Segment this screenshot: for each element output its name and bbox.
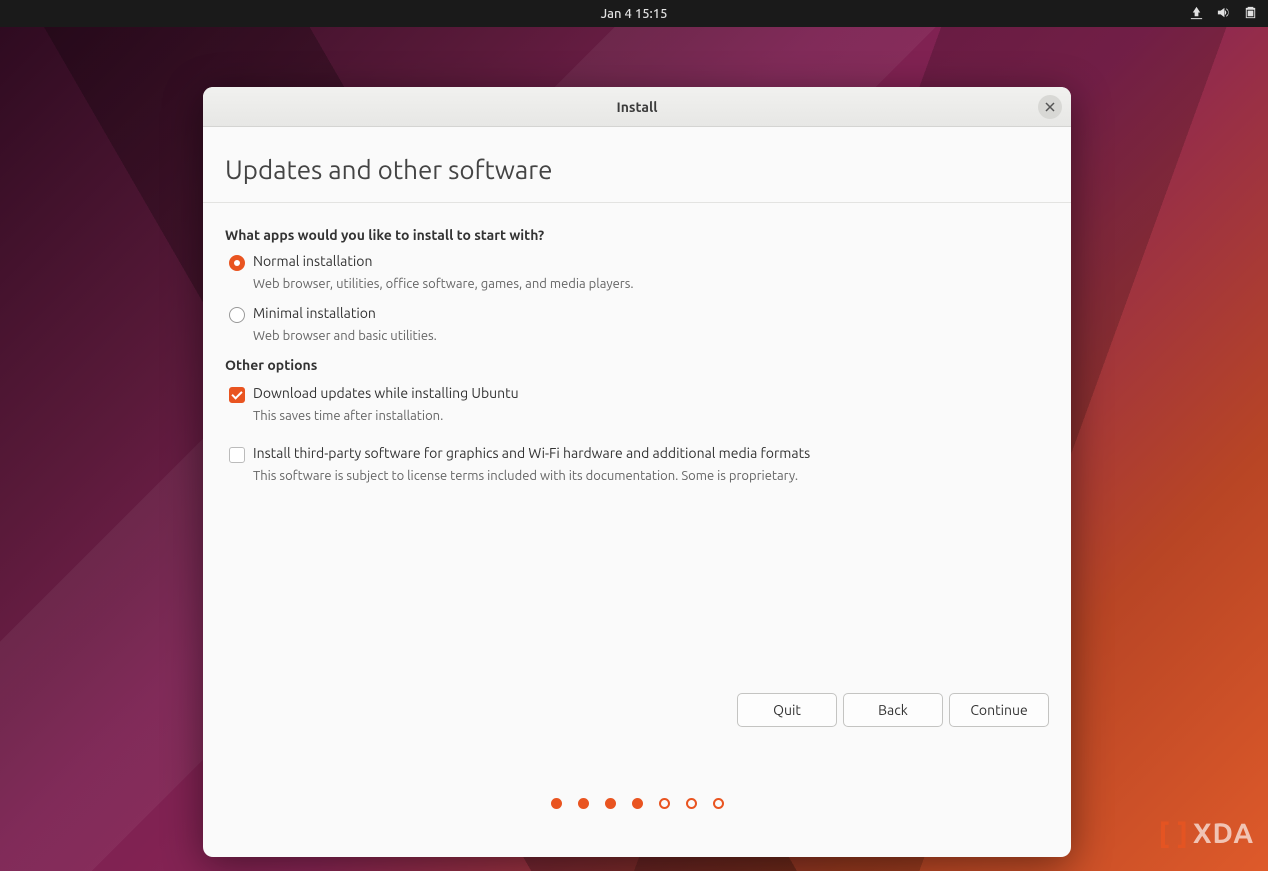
radio-normal-desc: Web browser, utilities, office software,…: [253, 277, 1049, 291]
checkbox-third-party[interactable]: Install third-party software for graphic…: [229, 445, 1049, 463]
radio-icon: [229, 307, 245, 323]
desktop-background: Jan 4 15:15 Install Updates and other so…: [0, 0, 1268, 871]
install-question: What apps would you like to install to s…: [225, 227, 1049, 243]
continue-button[interactable]: Continue: [949, 693, 1049, 727]
checkbox-icon: [229, 387, 245, 403]
page-heading: Updates and other software: [203, 127, 1071, 203]
checkbox-download-updates[interactable]: Download updates while installing Ubuntu: [229, 385, 1049, 403]
close-icon: [1045, 98, 1055, 116]
progress-dots: [203, 798, 1071, 809]
progress-dot: [605, 798, 616, 809]
radio-normal-install[interactable]: Normal installation: [229, 253, 1049, 271]
window-title: Install: [617, 99, 658, 115]
top-bar: Jan 4 15:15: [0, 0, 1268, 27]
volume-icon[interactable]: [1216, 5, 1231, 23]
radio-minimal-install[interactable]: Minimal installation: [229, 305, 1049, 323]
installer-content: Updates and other software What apps wou…: [203, 127, 1071, 857]
progress-dot: [551, 798, 562, 809]
checkbox-download-updates-desc: This saves time after installation.: [253, 409, 1049, 423]
progress-dot: [713, 798, 724, 809]
battery-icon[interactable]: [1243, 5, 1258, 23]
window-titlebar: Install: [203, 87, 1071, 127]
radio-minimal-desc: Web browser and basic utilities.: [253, 329, 1049, 343]
button-row: Quit Back Continue: [737, 693, 1049, 727]
watermark-text: XDA: [1193, 818, 1254, 849]
checkbox-third-party-desc: This software is subject to license term…: [253, 469, 1049, 483]
other-options-heading: Other options: [225, 357, 1049, 373]
system-tray[interactable]: [1189, 0, 1258, 27]
xda-watermark: [ ] XDA: [1159, 818, 1254, 849]
progress-dot: [686, 798, 697, 809]
radio-label: Minimal installation: [253, 305, 376, 321]
bracket-icon: [ ]: [1159, 818, 1190, 849]
close-button[interactable]: [1038, 95, 1062, 119]
clock[interactable]: Jan 4 15:15: [601, 7, 668, 21]
installer-window: Install Updates and other software What …: [203, 87, 1071, 857]
radio-icon: [229, 255, 245, 271]
progress-dot: [632, 798, 643, 809]
quit-button[interactable]: Quit: [737, 693, 837, 727]
radio-label: Normal installation: [253, 253, 372, 269]
checkbox-label: Install third-party software for graphic…: [253, 445, 810, 461]
back-button[interactable]: Back: [843, 693, 943, 727]
progress-dot: [578, 798, 589, 809]
checkbox-icon: [229, 447, 245, 463]
progress-dot: [659, 798, 670, 809]
network-icon[interactable]: [1189, 5, 1204, 23]
checkbox-label: Download updates while installing Ubuntu: [253, 385, 519, 401]
